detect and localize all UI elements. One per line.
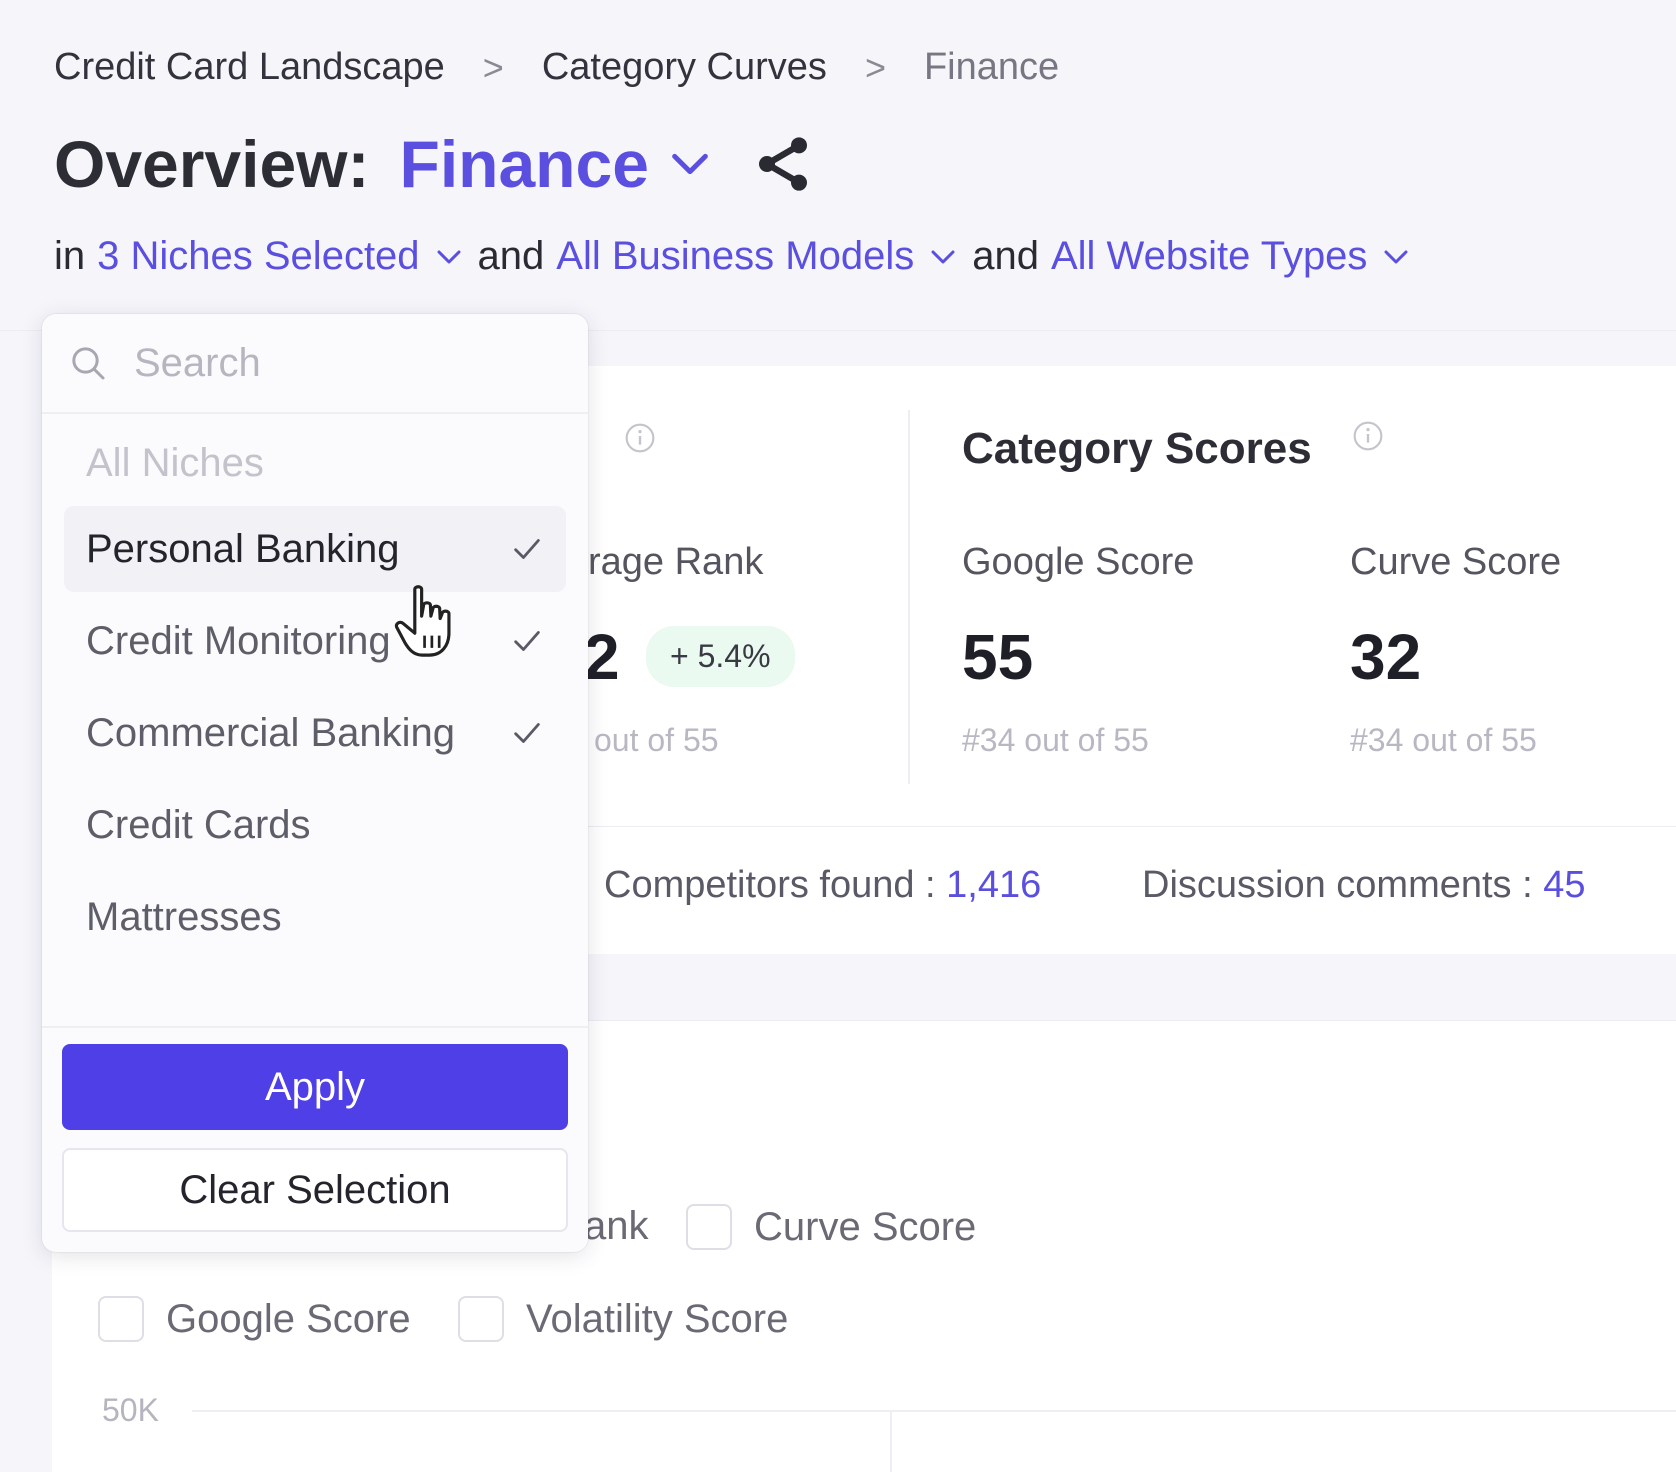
- competitors-found-label: Competitors found :: [604, 864, 936, 906]
- legend-rank-label: ank: [584, 1204, 649, 1248]
- filter-prefix: in: [54, 234, 86, 278]
- checkmark-icon: [514, 723, 540, 743]
- clear-selection-button[interactable]: Clear Selection: [62, 1148, 568, 1232]
- niche-option-label: Personal Banking: [86, 526, 400, 571]
- all-niches-label: All Niches: [86, 440, 264, 485]
- search-icon: [72, 347, 105, 380]
- apply-button[interactable]: Apply: [62, 1044, 568, 1130]
- competitors-found-value[interactable]: 1,416: [946, 864, 1041, 906]
- niches-filter[interactable]: 3 Niches Selected: [97, 234, 463, 279]
- y-axis-tick: 50K: [102, 1392, 159, 1428]
- info-icon[interactable]: [624, 422, 656, 454]
- filter-row: in 3 Niches Selected and All Business Mo…: [54, 234, 1425, 279]
- chevron-down-icon: [931, 250, 955, 263]
- legend-curve-score-label: Curve Score: [754, 1204, 977, 1249]
- chart-gridline: [192, 1410, 1676, 1412]
- breadcrumb-current: Finance: [923, 46, 1060, 88]
- curve-score-value: 32: [1350, 621, 1422, 693]
- all-niches-option[interactable]: All Niches: [64, 420, 566, 506]
- average-rank-sub: out of 55: [594, 722, 719, 758]
- dropdown-divider: [42, 1026, 588, 1028]
- legend-volatility-score-label: Volatility Score: [526, 1296, 789, 1341]
- chart-marker-line: [890, 1410, 892, 1472]
- checkmark-icon: [514, 631, 540, 651]
- dropdown-search: [42, 314, 588, 414]
- share-icon[interactable]: [751, 132, 815, 196]
- niche-option-commercial-banking[interactable]: Commercial Banking: [64, 690, 566, 776]
- breadcrumb-item-category-curves[interactable]: Category Curves: [542, 46, 827, 89]
- legend-curve-score[interactable]: Curve Score: [686, 1204, 976, 1250]
- category-selector[interactable]: Finance: [400, 126, 649, 202]
- filter-joiner: and: [477, 234, 545, 278]
- info-icon[interactable]: [1352, 420, 1384, 452]
- curve-score-sub: #34 out of 55: [1350, 722, 1537, 758]
- legend-volatility-score[interactable]: Volatility Score: [458, 1296, 788, 1342]
- chevron-right-icon: >: [864, 46, 886, 88]
- average-rank-label: rage Rank: [588, 541, 764, 583]
- discussion-comments-label: Discussion comments :: [1142, 864, 1533, 906]
- curve-score-checkbox[interactable]: [686, 1204, 732, 1250]
- google-score-checkbox[interactable]: [98, 1296, 144, 1342]
- niche-option-label: Mattresses: [86, 894, 282, 939]
- legend-rank[interactable]: ank: [584, 1204, 649, 1249]
- panel-divider: [908, 410, 910, 784]
- search-input[interactable]: [134, 340, 514, 386]
- average-rank-value: 2: [584, 621, 620, 693]
- business-models-filter[interactable]: All Business Models: [556, 234, 958, 279]
- chevron-down-icon: [437, 250, 461, 263]
- niche-option-mattresses[interactable]: Mattresses: [64, 874, 566, 960]
- niche-option-credit-cards[interactable]: Credit Cards: [64, 782, 566, 868]
- chevron-down-icon: [1384, 250, 1408, 263]
- breadcrumb-item-landscape[interactable]: Credit Card Landscape: [54, 46, 445, 89]
- niche-option-label: Commercial Banking: [86, 710, 456, 755]
- legend-google-score[interactable]: Google Score: [98, 1296, 411, 1342]
- volatility-score-checkbox[interactable]: [458, 1296, 504, 1342]
- discussion-comments: Discussion comments : 45: [1142, 864, 1586, 907]
- niches-filter-label: 3 Niches Selected: [97, 234, 420, 278]
- chevron-down-icon[interactable]: [667, 141, 713, 187]
- niche-option-label: Credit Monitoring: [86, 618, 391, 663]
- niche-option-personal-banking[interactable]: Personal Banking: [64, 506, 566, 592]
- hand-cursor-icon: [394, 585, 451, 657]
- niche-dropdown: All Niches Personal Banking Credit Monit…: [42, 314, 588, 1252]
- niche-option-credit-monitoring[interactable]: Credit Monitoring: [64, 598, 566, 684]
- discussion-comments-value[interactable]: 45: [1543, 864, 1585, 906]
- competitors-found: Competitors found : 1,416: [604, 864, 1041, 907]
- google-score-sub: #34 out of 55: [962, 722, 1149, 758]
- google-score-value: 55: [962, 621, 1034, 693]
- website-types-filter[interactable]: All Website Types: [1051, 234, 1411, 279]
- category-scores-title: Category Scores: [962, 424, 1312, 473]
- checkmark-icon: [514, 539, 540, 559]
- website-types-filter-label: All Website Types: [1050, 234, 1368, 278]
- niche-option-label: Credit Cards: [86, 802, 311, 847]
- chevron-right-icon: >: [482, 46, 504, 88]
- legend-google-score-label: Google Score: [166, 1296, 411, 1341]
- google-score-label: Google Score: [962, 541, 1195, 583]
- page-title-label: Overview:: [54, 127, 370, 201]
- rank-change-badge: + 5.4%: [646, 626, 795, 687]
- filter-joiner: and: [972, 234, 1039, 278]
- business-models-filter-label: All Business Models: [556, 234, 915, 278]
- page-title: Overview: Finance: [54, 126, 815, 202]
- curve-score-label: Curve Score: [1350, 541, 1562, 583]
- breadcrumb: Credit Card Landscape > Category Curves …: [54, 46, 1059, 89]
